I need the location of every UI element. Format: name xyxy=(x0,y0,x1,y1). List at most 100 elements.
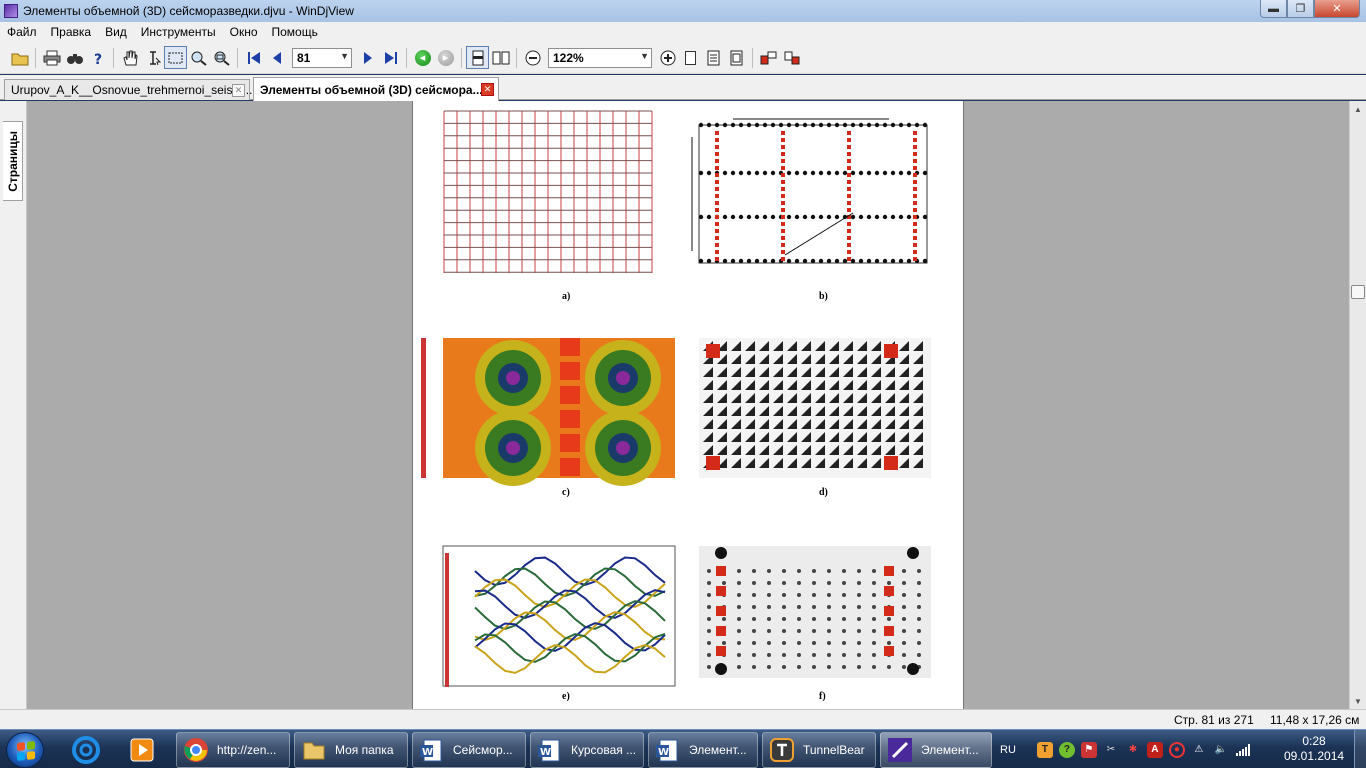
taskbar-item-tunnelbear[interactable]: TunnelBear xyxy=(762,732,876,768)
receiver-point xyxy=(714,122,720,128)
page-number-value: 81 xyxy=(297,50,311,65)
tools-tray-icon[interactable]: ✂ xyxy=(1103,742,1119,758)
heatmap-blob xyxy=(616,371,630,385)
text-select-icon[interactable] xyxy=(141,46,164,69)
pattern-mark xyxy=(887,617,891,621)
pattern-mark xyxy=(797,581,801,585)
menu-help[interactable]: Помощь xyxy=(265,25,325,39)
close-button[interactable]: ✕ xyxy=(1314,0,1360,18)
menu-view[interactable]: Вид xyxy=(98,25,134,39)
document-viewer[interactable]: a) b) c) d) e) f) xyxy=(27,101,1349,709)
menu-tools[interactable]: Инструменты xyxy=(134,25,223,39)
pattern-mark xyxy=(902,605,906,609)
pattern-mark xyxy=(857,641,861,645)
source-point xyxy=(781,173,785,177)
rotate-left-icon[interactable] xyxy=(757,46,780,69)
svg-text:W: W xyxy=(422,747,433,758)
pattern-mark xyxy=(767,617,771,621)
pattern-mark xyxy=(752,617,756,621)
pattern-mark xyxy=(857,581,861,585)
pattern-mark xyxy=(752,629,756,633)
pages-panel-tab[interactable]: Страницы xyxy=(3,121,23,201)
template-frame xyxy=(698,124,928,264)
source-point xyxy=(913,243,917,247)
print-icon[interactable] xyxy=(40,46,63,69)
single-page-icon[interactable] xyxy=(466,46,489,69)
heatmap-band xyxy=(560,362,580,380)
actual-size-icon[interactable] xyxy=(725,46,748,69)
page-number-combo[interactable]: 81 ▼ xyxy=(292,47,352,68)
close-icon[interactable]: ✕ xyxy=(232,83,245,97)
taskbar-item-word-2[interactable]: W Курсовая ... xyxy=(530,732,644,768)
rect-select-icon[interactable] xyxy=(164,46,187,69)
fit-page-icon[interactable] xyxy=(679,46,702,69)
tab-urupov[interactable]: Urupov_A_K__Osnovue_trehmernoi_seism... … xyxy=(4,79,252,100)
show-desktop-button[interactable] xyxy=(1354,730,1366,768)
help-icon[interactable]: ? xyxy=(86,46,109,69)
back-icon[interactable]: ◂ xyxy=(411,46,434,69)
prev-page-icon[interactable] xyxy=(265,46,288,69)
minimize-button[interactable]: ▬ xyxy=(1260,0,1287,18)
source-point xyxy=(781,166,785,170)
rotate-right-icon[interactable] xyxy=(780,46,803,69)
receiver-point xyxy=(754,214,760,220)
maximize-button[interactable]: ❐ xyxy=(1287,0,1314,18)
receiver-point xyxy=(898,214,904,220)
flag-tray-icon[interactable]: ⚑ xyxy=(1080,741,1097,758)
scroll-up-icon[interactable]: ▲ xyxy=(1350,101,1366,117)
update-tray-icon[interactable]: ? xyxy=(1058,741,1075,758)
receiver-point xyxy=(818,214,824,220)
taskbar-item-folder[interactable]: Моя папка xyxy=(294,732,408,768)
menu-file[interactable]: Файл xyxy=(0,25,44,39)
find-icon[interactable] xyxy=(63,46,86,69)
menu-window[interactable]: Окно xyxy=(223,25,265,39)
hand-tool-icon[interactable] xyxy=(118,46,141,69)
network-tray-icon[interactable]: ✱ xyxy=(1125,742,1141,758)
taskbar-item-windjview[interactable]: Элемент... xyxy=(880,732,992,768)
mail-ru-agent-icon[interactable] xyxy=(64,733,108,767)
open-folder-icon[interactable] xyxy=(8,46,31,69)
taskbar-item-word-1[interactable]: W Сейсмор... xyxy=(412,732,526,768)
source-point xyxy=(913,208,917,212)
zoom-out-icon[interactable] xyxy=(521,46,544,69)
source-point xyxy=(715,208,719,212)
zoom-in-icon[interactable] xyxy=(656,46,679,69)
receiver-point xyxy=(810,214,816,220)
pattern-mark xyxy=(842,629,846,633)
receiver-point xyxy=(818,122,824,128)
zoom-combo[interactable]: 122% ▼ xyxy=(548,47,652,68)
last-page-icon[interactable] xyxy=(379,46,402,69)
signal-icon[interactable] xyxy=(1235,742,1251,758)
tunnelbear-tray-icon[interactable]: T xyxy=(1036,741,1053,758)
media-player-icon[interactable] xyxy=(120,733,164,767)
scroll-down-icon[interactable]: ▼ xyxy=(1350,693,1366,709)
antivirus-tray-icon[interactable]: ● xyxy=(1168,741,1185,758)
fit-width-icon[interactable] xyxy=(702,46,725,69)
vertical-scrollbar[interactable]: ▲ ▼ xyxy=(1349,101,1366,709)
volume-icon[interactable]: 🔈 xyxy=(1213,742,1229,758)
first-page-icon[interactable] xyxy=(242,46,265,69)
menu-edit[interactable]: Правка xyxy=(44,25,99,39)
pattern-mark xyxy=(917,593,921,597)
zoom-tool-icon[interactable] xyxy=(187,46,210,69)
tab-elements-3d[interactable]: Элементы объемной (3D) сейсмора... ✕ xyxy=(253,77,499,101)
page-figures xyxy=(421,110,931,687)
pattern-mark xyxy=(797,653,801,657)
start-button[interactable] xyxy=(6,732,44,768)
heatmap-band xyxy=(560,410,580,428)
forward-icon[interactable]: ▸ xyxy=(434,46,457,69)
taskbar-item-word-3[interactable]: W Элемент... xyxy=(648,732,758,768)
pattern-mark xyxy=(917,569,921,573)
safely-remove-tray-icon[interactable]: ⚠ xyxy=(1191,742,1207,758)
two-page-icon[interactable] xyxy=(489,46,512,69)
zoom-rect-icon[interactable] xyxy=(210,46,233,69)
next-page-icon[interactable] xyxy=(356,46,379,69)
clock[interactable]: 0:28 09.01.2014 xyxy=(1284,734,1344,764)
receiver-point xyxy=(770,214,776,220)
taskbar-item-chrome[interactable]: http://zen... xyxy=(176,732,290,768)
language-indicator[interactable]: RU xyxy=(1000,744,1016,756)
close-icon[interactable]: ✕ xyxy=(481,83,494,96)
source-point xyxy=(716,606,726,616)
scroll-thumb[interactable] xyxy=(1351,285,1365,299)
acrobat-tray-icon[interactable]: A xyxy=(1146,741,1163,758)
